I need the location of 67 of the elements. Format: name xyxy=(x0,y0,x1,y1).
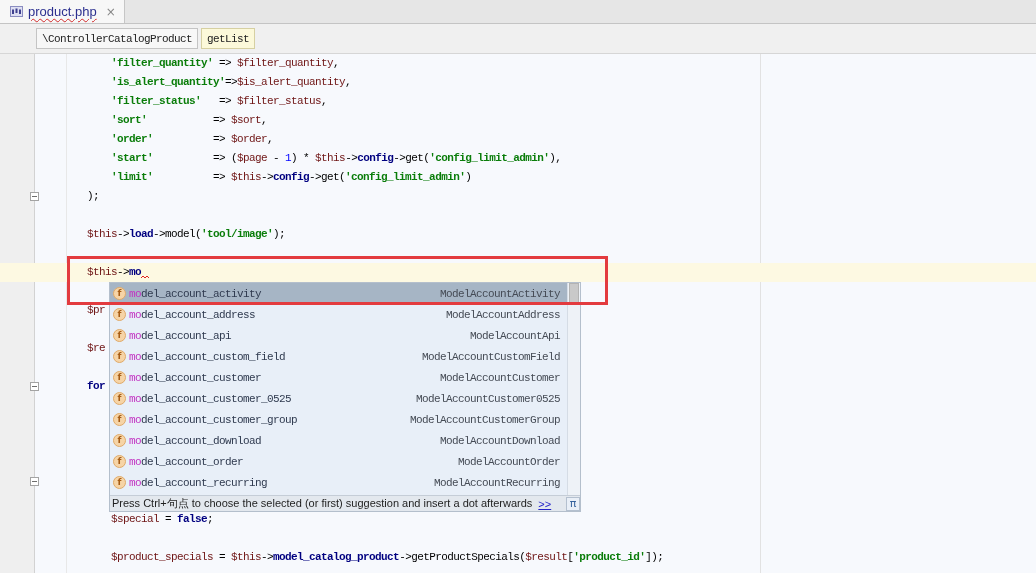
code-line: 'filter_quantity' => $filter_quantity, xyxy=(111,57,340,69)
function-icon: f xyxy=(113,308,126,321)
code-line: $this->mo xyxy=(87,266,142,278)
fold-marker-icon[interactable] xyxy=(29,192,39,201)
code-line: $special = false; xyxy=(111,513,214,525)
code-line: ); xyxy=(87,190,100,202)
suggestion-type: ModelAccountActivity xyxy=(439,287,560,300)
suggestion-type: ModelAccountRecurring xyxy=(433,476,560,489)
scrollbar-thumb[interactable] xyxy=(569,283,579,303)
suggestion-name: model_account_order xyxy=(129,455,245,468)
suggestion-item[interactable]: f model_account_recurring ModelAccountRecurring xyxy=(110,472,567,493)
suggestion-item[interactable]: f model_account_custom_field ModelAccountCustomField xyxy=(110,346,567,367)
suggestion-name: model_account_customer_0525 xyxy=(129,392,293,405)
suggestion-name: model_account_customer xyxy=(129,371,263,384)
function-icon: f xyxy=(113,392,126,405)
function-icon: f xyxy=(113,413,126,426)
code-line: 'order' => $order, xyxy=(111,133,274,145)
breadcrumb[interactable]: getList xyxy=(201,28,256,49)
suggestion-item[interactable]: f model_account_download ModelAccountDownload xyxy=(110,430,567,451)
code-line: $product_specials = $this->model_catalog_product->getProductSpecials($result['product_id']); xyxy=(111,551,664,563)
suggestion-item[interactable]: f model_account_activity ModelAccountActivity xyxy=(110,283,567,304)
fold-marker-icon[interactable] xyxy=(29,477,39,486)
code-line: 'is_alert_quantity'=>$is_alert_quantity, xyxy=(111,76,352,88)
hint-text: Press Ctrl+句点 to choose the selected (or first) suggestion and insert a dot afterwards xyxy=(112,496,533,511)
function-icon: f xyxy=(113,455,126,468)
suggestion-type: ModelAccountApi xyxy=(469,329,560,342)
suggestion-name: model_account_customer_group xyxy=(129,413,299,426)
code-line: 'limit' => $this->config->get('config_limit_admin') xyxy=(111,171,472,183)
close-button[interactable]: × xyxy=(101,4,116,19)
function-icon: f xyxy=(113,350,126,363)
file-tab[interactable]: product.php × xyxy=(0,0,125,23)
suggestion-type: ModelAccountCustomerGroup xyxy=(409,413,560,426)
suggestion-name: model_account_download xyxy=(129,434,263,447)
code-line: 'start' => ($page - 1) * $this->config->get('config_limit_admin'), xyxy=(111,152,562,164)
suggestion-item[interactable]: f model_account_address ModelAccountAddress xyxy=(110,304,567,325)
suggestion-name: model_account_activity xyxy=(129,287,263,300)
function-icon: f xyxy=(113,329,126,342)
file-icon xyxy=(10,6,23,17)
suggestion-name: model_account_recurring xyxy=(129,476,269,489)
suggestion-name: model_account_address xyxy=(129,308,257,321)
suggestion-item[interactable]: f model_account_customer ModelAccountCustomer xyxy=(110,367,567,388)
suggestion-item[interactable]: f model_account_order ModelAccountOrder xyxy=(110,451,567,472)
suggestion-name: model_account_custom_field xyxy=(129,350,287,363)
code-line: $re xyxy=(87,342,106,354)
breadcrumb[interactable]: \ControllerCatalogProduct xyxy=(36,28,199,49)
suggestion-name: model_account_api xyxy=(129,329,233,342)
suggestion-item[interactable]: f model_account_customer_group ModelAccountCustomerGroup xyxy=(110,409,567,430)
suggestion-type: ModelAccountCustomer xyxy=(439,371,560,384)
pi-button[interactable]: π xyxy=(566,496,580,511)
more-link[interactable]: >> xyxy=(538,497,552,510)
suggestion-type: ModelAccountOrder xyxy=(457,455,560,468)
suggestion-item[interactable]: f model_account_api ModelAccountApi xyxy=(110,325,567,346)
fold-marker-icon[interactable] xyxy=(29,382,39,391)
suggestion-type: ModelAccountDownload xyxy=(439,434,560,447)
function-icon: f xyxy=(113,371,126,384)
code-line: 'filter_status' => $filter_status, xyxy=(111,95,328,107)
suggestion-type: ModelAccountCustomField xyxy=(421,350,560,363)
suggestion-type: ModelAccountCustomer0525 xyxy=(415,392,560,405)
suggestion-type: ModelAccountAddress xyxy=(445,308,560,321)
function-icon: f xyxy=(113,287,126,300)
code-line: $this->load->model('tool/image'); xyxy=(87,228,286,240)
function-icon: f xyxy=(113,476,126,489)
suggestion-item[interactable]: f model_account_customer_0525 ModelAccountCustomer0525 xyxy=(110,388,567,409)
code-line: 'sort' => $sort, xyxy=(111,114,268,126)
code-line: for xyxy=(87,380,106,392)
code-line: $pr xyxy=(87,304,106,316)
function-icon: f xyxy=(113,434,126,447)
